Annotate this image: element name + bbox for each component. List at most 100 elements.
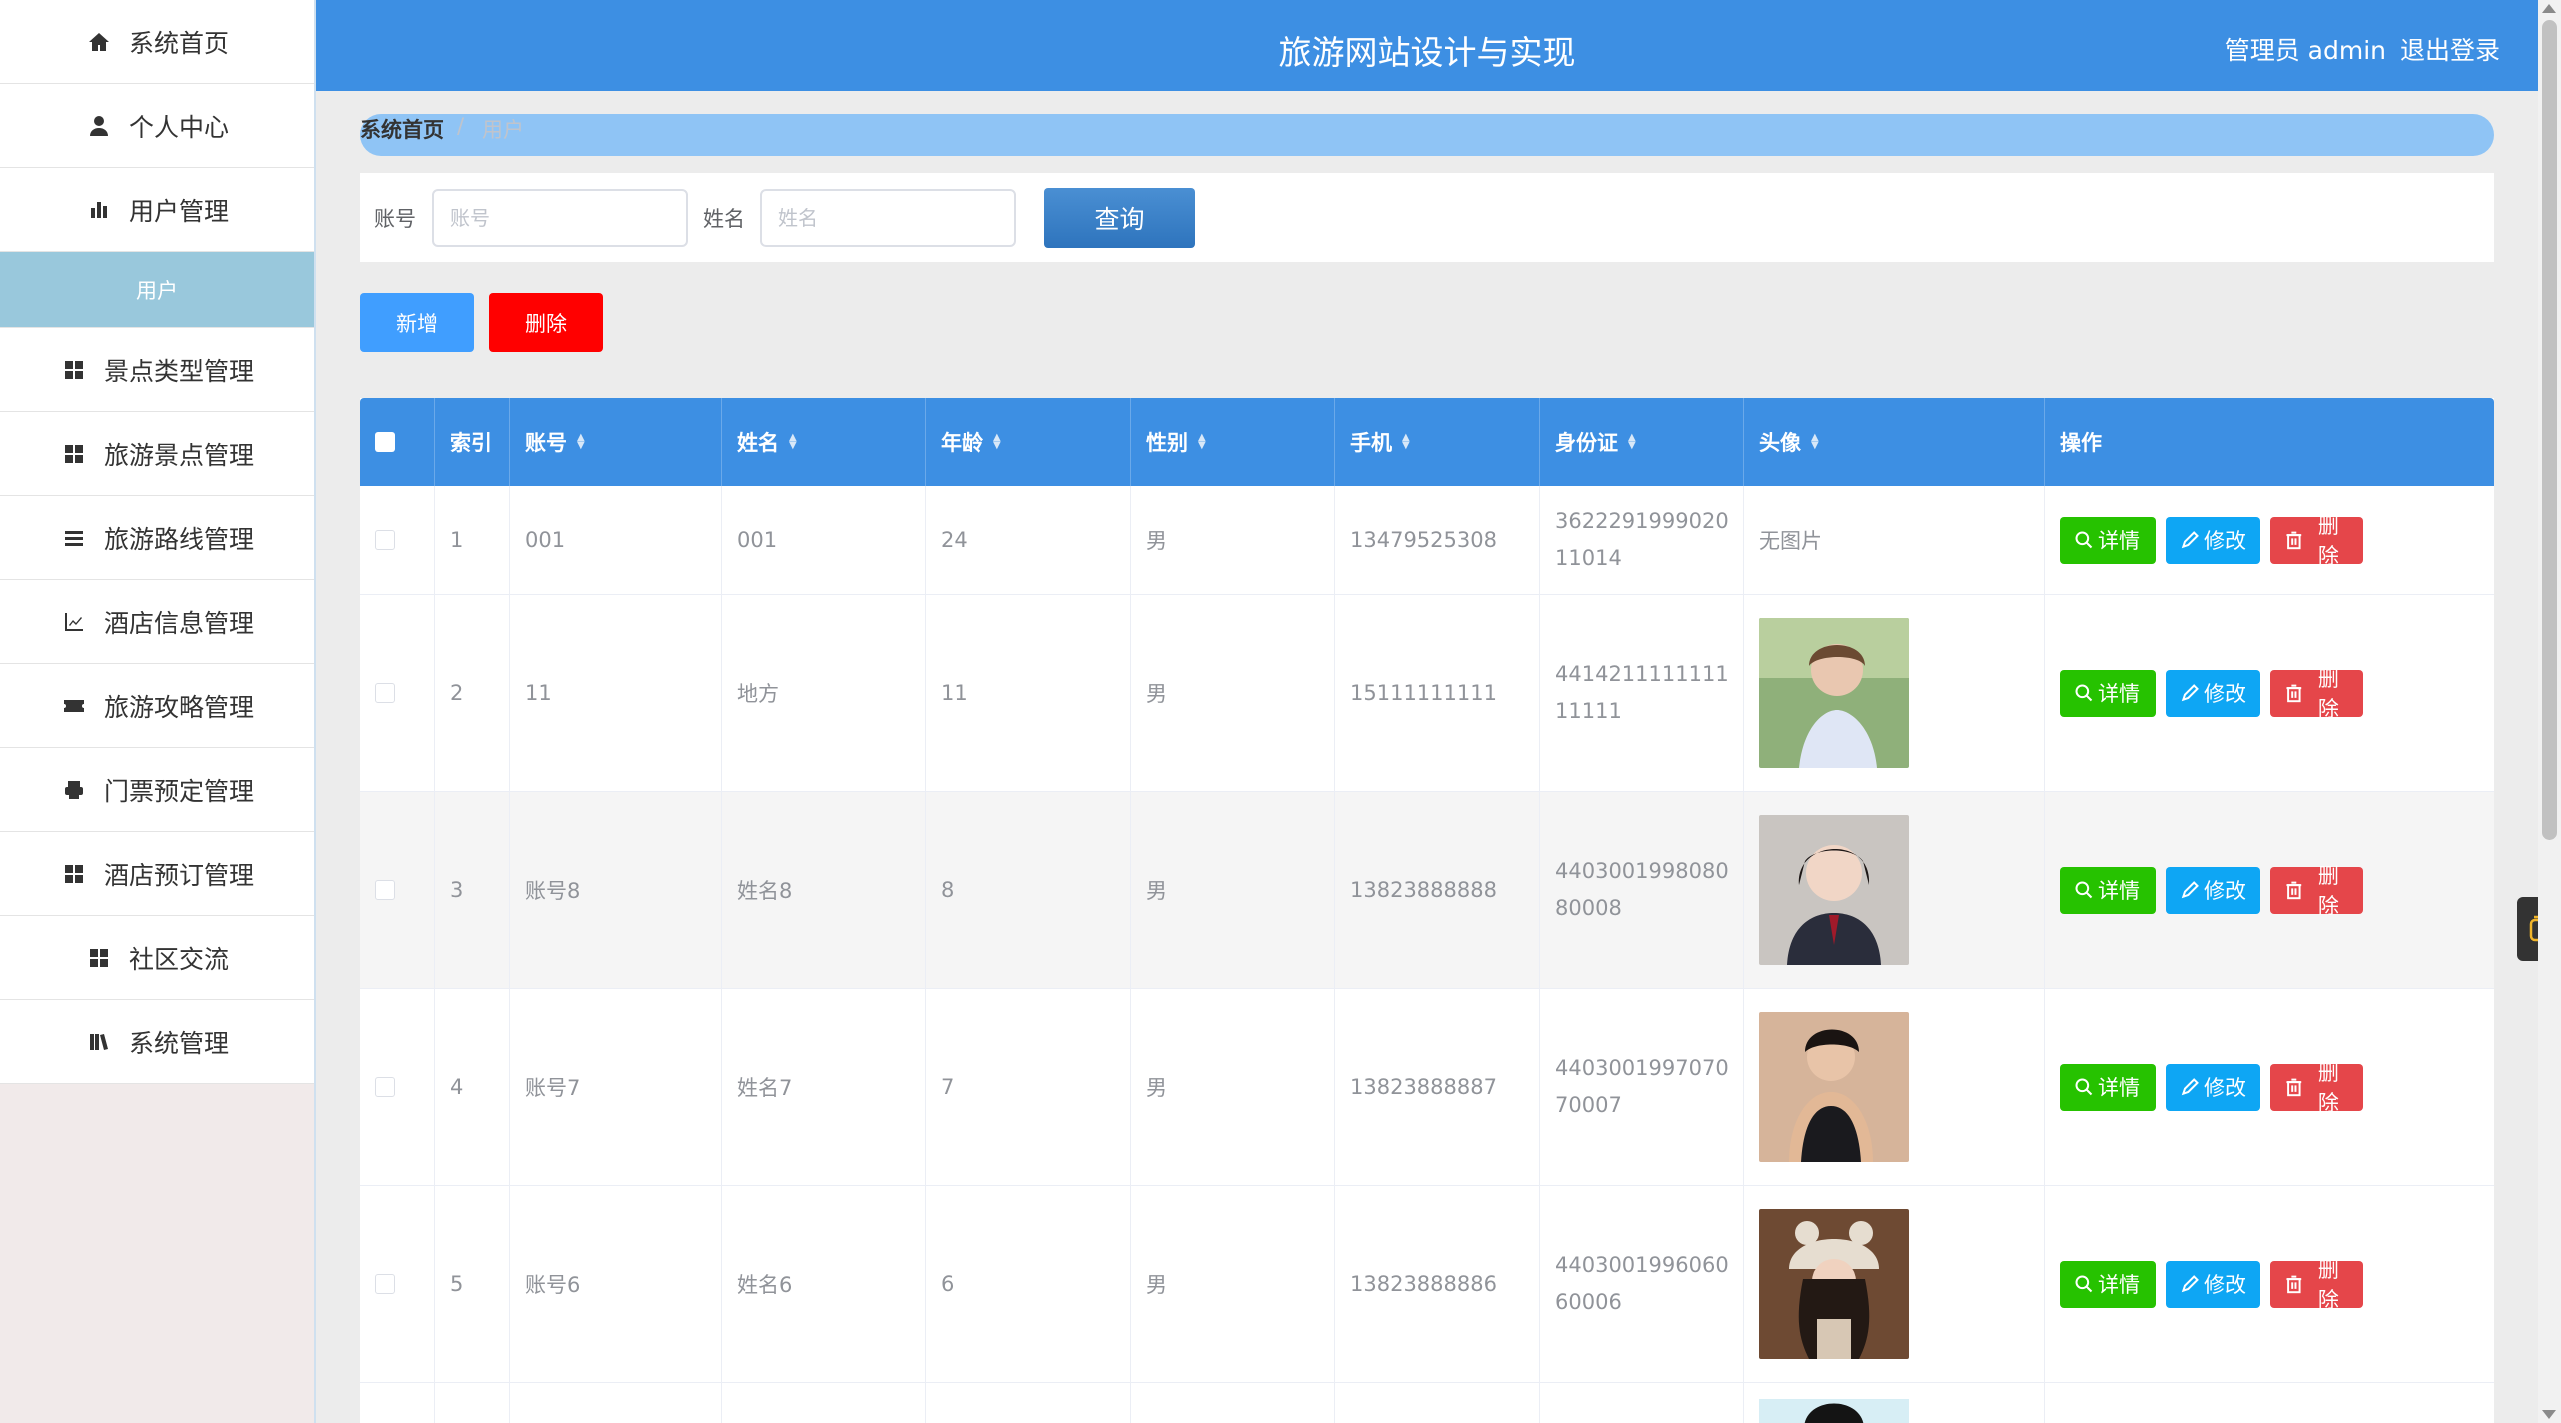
batch-delete-button[interactable]: 删除 (489, 293, 603, 352)
pencil-icon (2181, 1078, 2199, 1096)
edit-button[interactable]: 修改 (2166, 1260, 2260, 1308)
cell-account: 账号6 (510, 1186, 722, 1382)
sidebar-item-scenic-spots[interactable]: 旅游景点管理 (0, 412, 314, 496)
search-panel: 账号 姓名 查询 (360, 173, 2494, 262)
grid-icon (60, 440, 88, 468)
trash-icon (2286, 1275, 2302, 1294)
cell-gender: 男 (1131, 486, 1335, 594)
detail-button[interactable]: 详情 (2060, 669, 2156, 717)
sidebar-item-hotel-bookings[interactable]: 酒店预订管理 (0, 832, 314, 916)
cell-age: 8 (926, 792, 1131, 988)
printer-icon (60, 776, 88, 804)
avatar-photo (1759, 1209, 1909, 1359)
cell-index: 5 (435, 1186, 510, 1382)
page-scrollbar[interactable] (2538, 0, 2561, 1423)
sidebar-item-label: 系统首页 (128, 28, 229, 58)
pencil-icon (2181, 881, 2199, 899)
account-search-input[interactable] (432, 189, 688, 247)
column-header-gender[interactable]: 性别 ▲ ▼ (1131, 398, 1335, 486)
logout-link[interactable]: 退出登录 (2400, 36, 2500, 65)
cell-id-card: 441421111111111111 (1540, 595, 1744, 791)
sidebar-item-scenic-types[interactable]: 景点类型管理 (0, 328, 314, 412)
row-checkbox[interactable] (375, 1274, 395, 1294)
sidebar-item-guides[interactable]: 旅游攻略管理 (0, 664, 314, 748)
cell-account: 11 (510, 595, 722, 791)
table-row: 3 账号8 姓名8 8 男 13823888888 44030019980808… (360, 792, 2494, 989)
sidebar-item-label: 系统管理 (128, 1028, 229, 1058)
sort-icon[interactable]: ▲ ▼ (577, 433, 585, 451)
sort-icon[interactable]: ▲ ▼ (1628, 433, 1636, 451)
column-header-avatar[interactable]: 头像 ▲ ▼ (1744, 398, 2045, 486)
cell-gender: 男 (1131, 595, 1335, 791)
avatar-photo (1759, 1012, 1909, 1162)
edit-button[interactable]: 修改 (2166, 866, 2260, 914)
column-header-name[interactable]: 姓名 ▲ ▼ (722, 398, 926, 486)
search-icon (2075, 1078, 2093, 1096)
query-button[interactable]: 查询 (1044, 188, 1195, 248)
name-search-input[interactable] (760, 189, 1016, 247)
ticket-icon (60, 692, 88, 720)
delete-row-button[interactable]: 删除 (2270, 1061, 2363, 1115)
scroll-up-arrow[interactable] (2542, 4, 2556, 13)
detail-button[interactable]: 详情 (2060, 866, 2156, 914)
pencil-icon (2181, 531, 2199, 549)
scroll-down-arrow[interactable] (2542, 1410, 2556, 1419)
row-checkbox[interactable] (375, 880, 395, 900)
sidebar-item-system[interactable]: 系统管理 (0, 1000, 314, 1084)
cell-index: 3 (435, 792, 510, 988)
sidebar-subitem-user[interactable]: 用户 (0, 252, 314, 328)
list-icon (60, 524, 88, 552)
top-header: 旅游网站设计与实现 管理员 admin 退出登录 (316, 0, 2538, 91)
cell-name: 地方 (722, 595, 926, 791)
sidebar-item-home[interactable]: 系统首页 (0, 0, 314, 84)
sidebar-item-community[interactable]: 社区交流 (0, 916, 314, 1000)
sidebar-item-routes[interactable]: 旅游路线管理 (0, 496, 314, 580)
edit-button[interactable]: 修改 (2166, 669, 2260, 717)
delete-row-button[interactable]: 删除 (2270, 864, 2363, 918)
trash-icon (2286, 684, 2302, 703)
sidebar-item-profile[interactable]: 个人中心 (0, 84, 314, 168)
delete-row-button[interactable]: 删除 (2270, 667, 2363, 721)
sidebar-item-hotels[interactable]: 酒店信息管理 (0, 580, 314, 664)
row-checkbox[interactable] (375, 683, 395, 703)
table-header: 索引 账号 ▲ ▼ 姓名 ▲ ▼ 年龄 ▲ ▼ 性别 ▲ ▼ 手机 ▲ ▼ 身份证 ▲ ▼ 头像 ▲ ▼ 操… (360, 398, 2494, 486)
breadcrumb-home[interactable]: 系统首页 (360, 114, 444, 144)
sidebar-item-label: 个人中心 (128, 112, 229, 142)
select-all-checkbox[interactable] (375, 432, 395, 452)
sort-icon[interactable]: ▲ ▼ (789, 433, 797, 451)
detail-button[interactable]: 详情 (2060, 1260, 2156, 1308)
detail-button[interactable]: 详情 (2060, 516, 2156, 564)
sort-icon[interactable]: ▲ ▼ (1198, 433, 1206, 451)
grid-icon (85, 944, 113, 972)
delete-row-button[interactable]: 删除 (2270, 514, 2363, 568)
table-row: 2 11 地方 11 男 15111111111 441421111111111… (360, 595, 2494, 792)
row-checkbox[interactable] (375, 1077, 395, 1097)
column-header-age[interactable]: 年龄 ▲ ▼ (926, 398, 1131, 486)
home-icon (85, 28, 113, 56)
sort-icon[interactable]: ▲ ▼ (1811, 433, 1819, 451)
column-header-account[interactable]: 账号 ▲ ▼ (510, 398, 722, 486)
edit-button[interactable]: 修改 (2166, 516, 2260, 564)
breadcrumb: 系统首页 / 用户 (360, 114, 2494, 156)
column-header-phone[interactable]: 手机 ▲ ▼ (1335, 398, 1540, 486)
sort-icon[interactable]: ▲ ▼ (1402, 433, 1410, 451)
sidebar-item-tickets[interactable]: 门票预定管理 (0, 748, 314, 832)
cell-gender: 男 (1131, 989, 1335, 1185)
sort-icon[interactable]: ▲ ▼ (993, 433, 1001, 451)
sidebar-item-users[interactable]: 用户管理 (0, 168, 314, 252)
scroll-thumb[interactable] (2542, 20, 2557, 840)
column-header-actions: 操作 (2060, 431, 2102, 455)
pencil-icon (2181, 1275, 2199, 1293)
add-button[interactable]: 新增 (360, 293, 474, 352)
sidebar: 系统首页 个人中心 用户管理 用户 景点类型管理 旅游景点管理 旅游路线管理 酒… (0, 0, 316, 1423)
cell-account: 001 (510, 486, 722, 594)
detail-button[interactable]: 详情 (2060, 1063, 2156, 1111)
cell-name: 姓名8 (722, 792, 926, 988)
delete-row-button[interactable]: 删除 (2270, 1258, 2363, 1312)
row-checkbox[interactable] (375, 530, 395, 550)
search-icon (2075, 531, 2093, 549)
cell-gender: 男 (1131, 792, 1335, 988)
edit-button[interactable]: 修改 (2166, 1063, 2260, 1111)
column-header-id-card[interactable]: 身份证 ▲ ▼ (1540, 398, 1744, 486)
column-header-index: 索引 (435, 398, 510, 486)
